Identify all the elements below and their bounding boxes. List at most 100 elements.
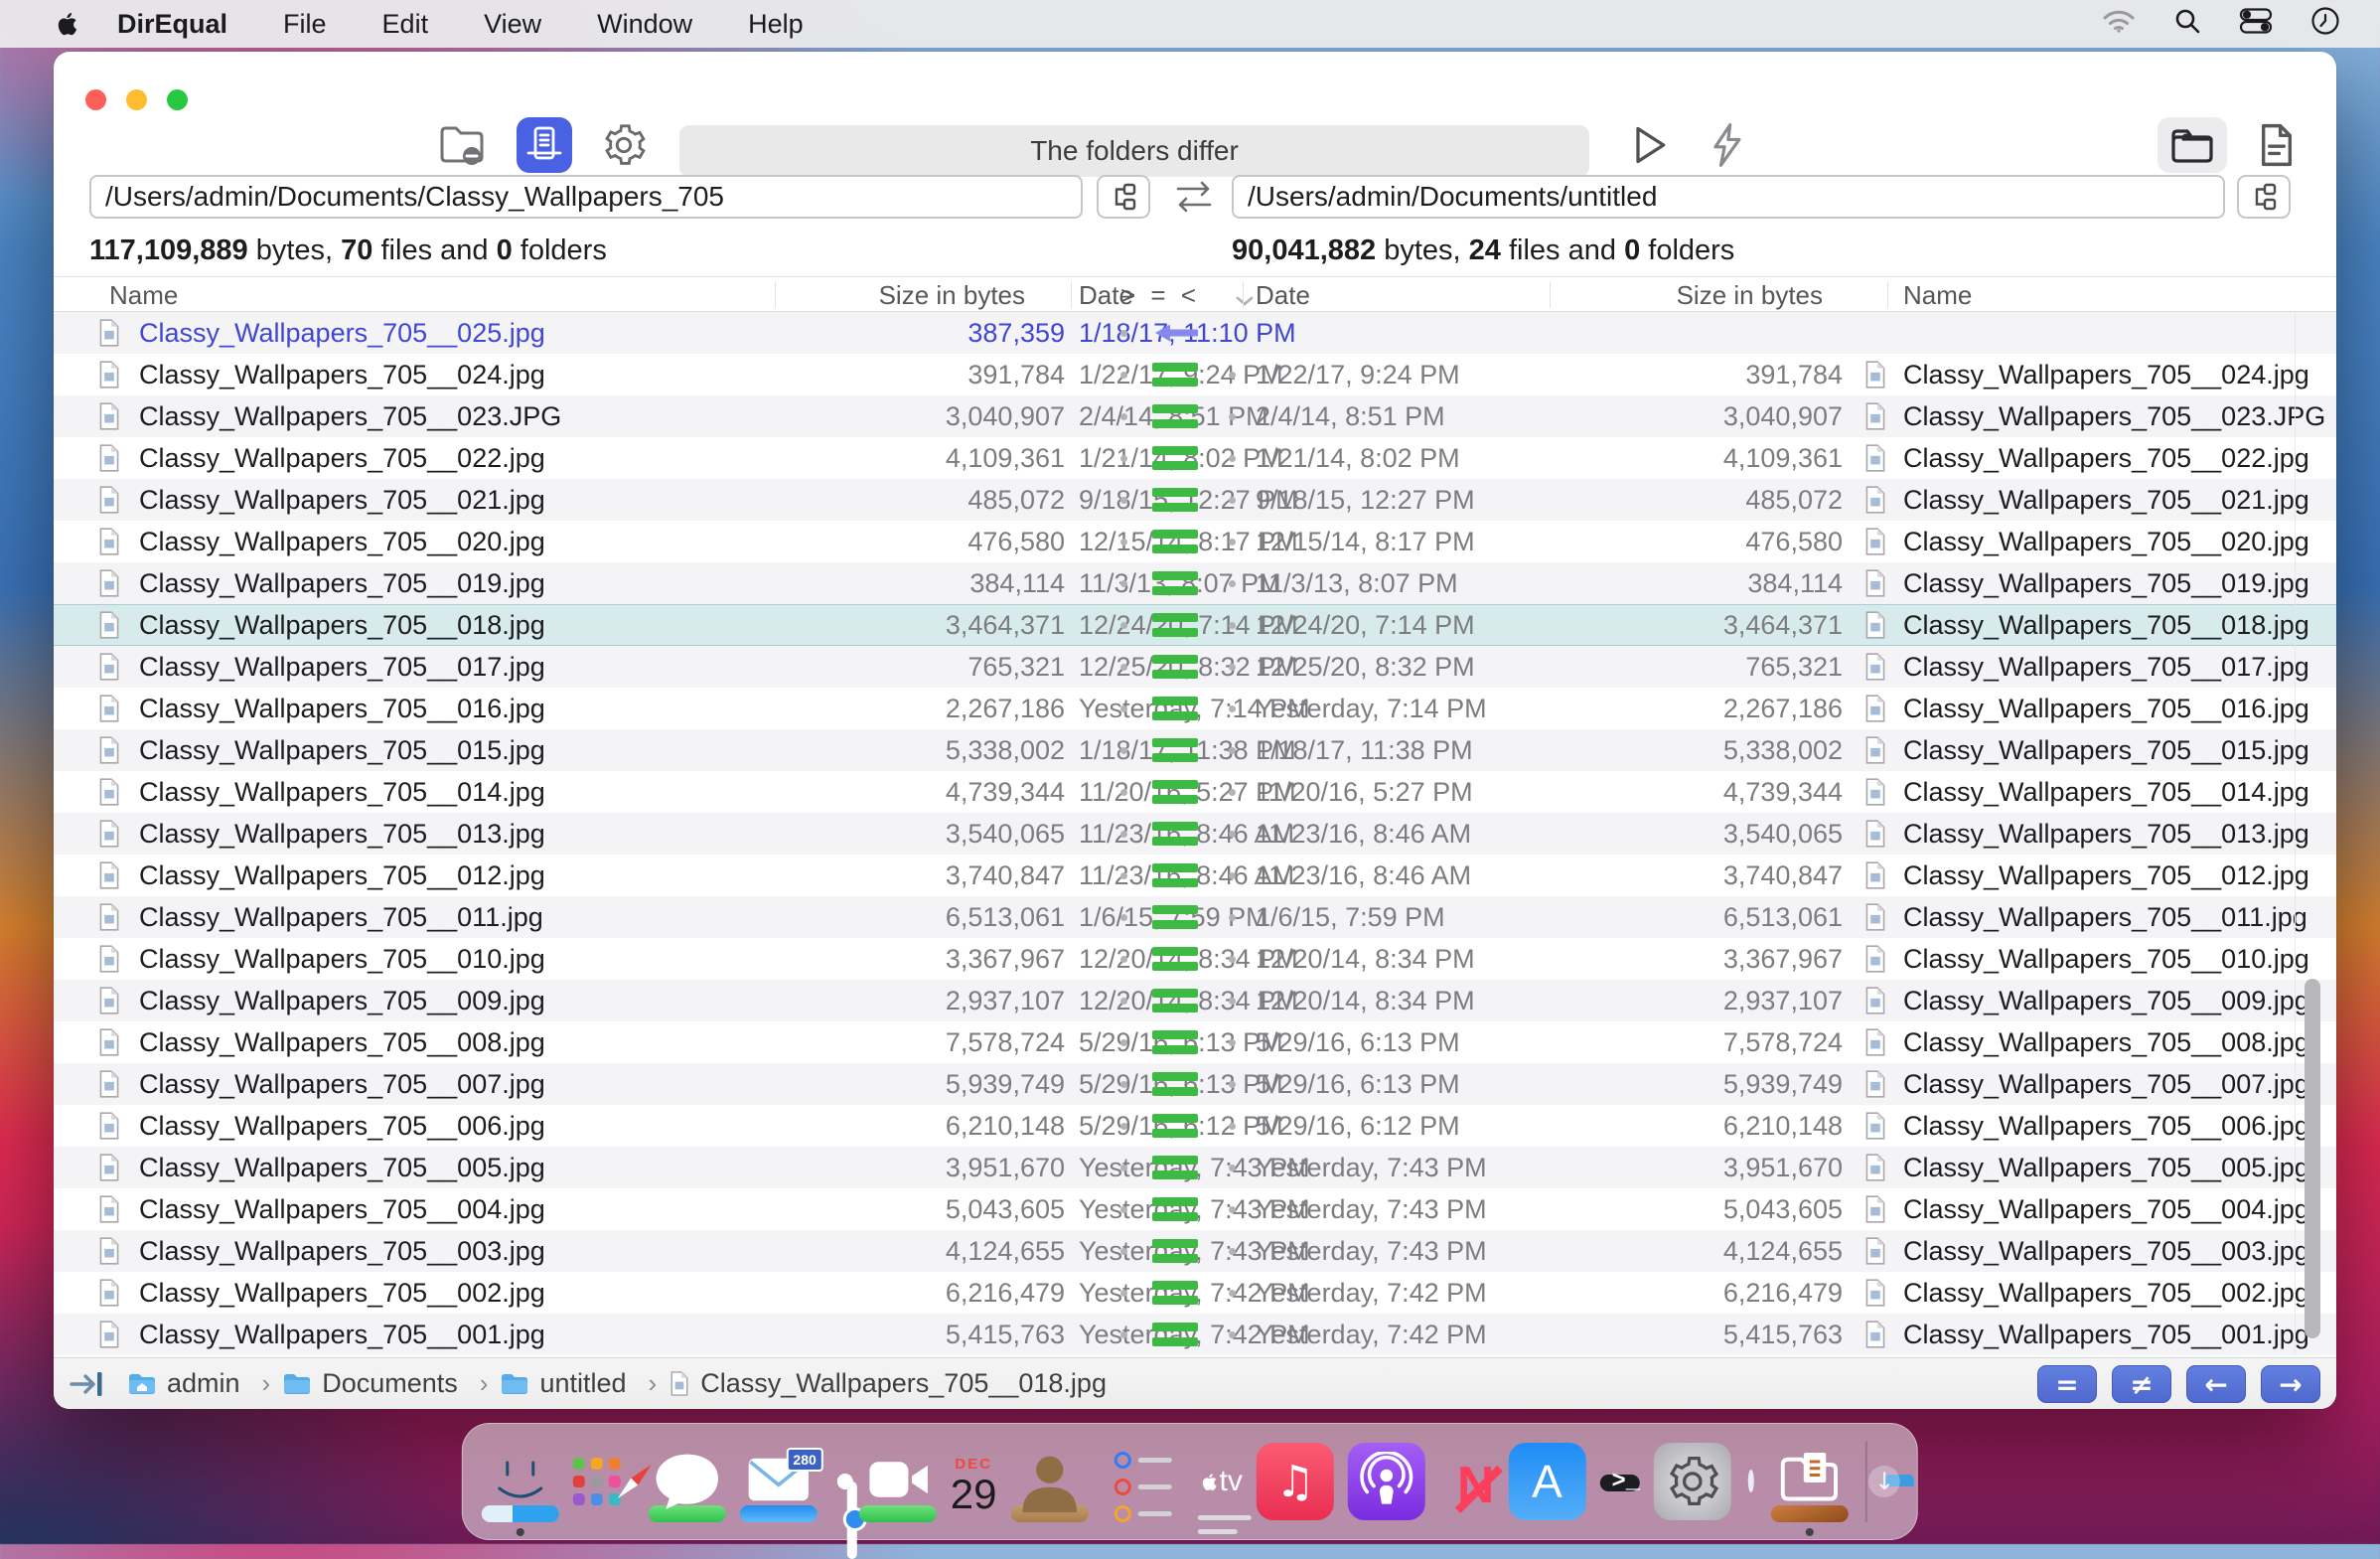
table-row[interactable]: Classy_Wallpapers_705__010.jpg 3,367,967… <box>54 938 2336 980</box>
table-row[interactable]: Classy_Wallpapers_705__002.jpg 6,216,479… <box>54 1272 2336 1314</box>
table-row[interactable]: Classy_Wallpapers_705__013.jpg 3,540,065… <box>54 813 2336 855</box>
file-name-right: Classy_Wallpapers_705__001.jpg <box>1903 1320 2309 1349</box>
left-path-input[interactable] <box>89 175 1083 219</box>
table-row[interactable]: Classy_Wallpapers_705__007.jpg 5,939,749… <box>54 1063 2336 1105</box>
menu-item-edit[interactable]: Edit <box>382 9 429 40</box>
table-row[interactable]: Classy_Wallpapers_705__025.jpg 387,359 1… <box>54 312 2336 354</box>
file-size-left: 3,540,065 <box>945 819 1065 849</box>
table-row[interactable]: Classy_Wallpapers_705__018.jpg 3,464,371… <box>54 604 2336 646</box>
header-name-left[interactable]: Name <box>109 280 178 310</box>
show-not-equal-button[interactable]: ≠ <box>2112 1365 2171 1403</box>
table-row[interactable]: Classy_Wallpapers_705__023.JPG 3,040,907… <box>54 395 2336 437</box>
file-size-left: 5,415,763 <box>945 1320 1065 1349</box>
compare-dot-left <box>1120 330 1127 337</box>
table-row[interactable]: Classy_Wallpapers_705__012.jpg 3,740,847… <box>54 855 2336 896</box>
table-row[interactable]: Classy_Wallpapers_705__005.jpg 3,951,670… <box>54 1147 2336 1188</box>
breadcrumb-item-untitled[interactable]: untitled › <box>500 1368 669 1399</box>
table-row[interactable]: Classy_Wallpapers_705__019.jpg 384,114 1… <box>54 562 2336 604</box>
status-bar: admin › Documents › untitled › Classy_Wa… <box>54 1357 2336 1409</box>
file-size-left: 5,939,749 <box>945 1069 1065 1099</box>
menu-item-view[interactable]: View <box>484 9 541 40</box>
minimize-button[interactable] <box>126 89 147 110</box>
dock-system-preferences-icon[interactable] <box>1654 1443 1732 1520</box>
left-browse-button[interactable] <box>1097 175 1150 219</box>
table-row[interactable]: Classy_Wallpapers_705__001.jpg 5,415,763… <box>54 1314 2336 1355</box>
table-row[interactable]: Classy_Wallpapers_705__020.jpg 476,580 1… <box>54 521 2336 562</box>
table-row[interactable]: Classy_Wallpapers_705__008.jpg 7,578,724… <box>54 1021 2336 1063</box>
file-icon <box>1863 735 1887 765</box>
file-date-right: Yesterday, 7:14 PM <box>1256 694 1487 723</box>
spotlight-search-icon[interactable] <box>2173 7 2201 42</box>
file-name-left: Classy_Wallpapers_705__007.jpg <box>139 1069 545 1099</box>
dock-music-icon[interactable]: ♫ <box>1256 1443 1334 1520</box>
run-comparison-button[interactable] <box>1623 117 1675 173</box>
table-row[interactable]: Classy_Wallpapers_705__021.jpg 485,072 9… <box>54 479 2336 521</box>
next-difference-button[interactable]: → <box>2261 1365 2320 1403</box>
dock-contacts-icon[interactable] <box>1010 1456 1089 1522</box>
show-folders-button[interactable] <box>2157 117 2227 173</box>
previous-difference-button[interactable]: ← <box>2186 1365 2246 1403</box>
dock-calendar-icon[interactable]: DEC 29 <box>950 1455 997 1517</box>
dock-appstore-icon[interactable]: A <box>1508 1443 1586 1520</box>
file-icon <box>97 527 121 556</box>
settings-gear-icon[interactable] <box>598 117 650 173</box>
quick-compare-bolt-button[interactable] <box>1701 117 1752 173</box>
table-row[interactable]: Classy_Wallpapers_705__003.jpg 4,124,655… <box>54 1230 2336 1272</box>
table-row[interactable]: Classy_Wallpapers_705__009.jpg 2,937,107… <box>54 980 2336 1021</box>
file-icon <box>97 1194 121 1224</box>
header-compare[interactable]: > = < <box>1101 280 1220 310</box>
header-name-right[interactable]: Name <box>1903 280 1972 310</box>
table-row[interactable]: Classy_Wallpapers_705__015.jpg 5,338,002… <box>54 729 2336 771</box>
table-row[interactable]: Classy_Wallpapers_705__014.jpg 4,739,344… <box>54 771 2336 813</box>
dock-appletv-icon[interactable]: tv <box>1199 1465 1243 1498</box>
apple-menu-icon[interactable] <box>54 10 77 38</box>
breadcrumb-item-documents[interactable]: Documents › <box>282 1368 500 1399</box>
file-name-right: Classy_Wallpapers_705__002.jpg <box>1903 1278 2309 1308</box>
swap-paths-icon[interactable] <box>1168 177 1220 217</box>
right-path-input[interactable] <box>1232 175 2225 219</box>
file-date-right: Yesterday, 7:42 PM <box>1256 1278 1487 1308</box>
header-size-right[interactable]: Size in bytes <box>1563 280 1843 310</box>
wifi-icon[interactable] <box>2102 8 2136 41</box>
menu-item-window[interactable]: Window <box>597 9 692 40</box>
breadcrumb-item-admin[interactable]: admin › <box>127 1368 282 1399</box>
dock-direqual-icon[interactable] <box>1771 1452 1850 1522</box>
control-center-icon[interactable] <box>2239 7 2273 41</box>
compare-button[interactable] <box>517 117 572 173</box>
file-size-left: 2,937,107 <box>945 986 1065 1015</box>
reveal-in-finder-icon[interactable] <box>70 1368 105 1400</box>
show-equal-button[interactable]: = <box>2037 1365 2097 1403</box>
menu-item-help[interactable]: Help <box>748 9 804 40</box>
dock-launchpad-icon[interactable] <box>572 1458 621 1505</box>
table-row[interactable]: Classy_Wallpapers_705__011.jpg 6,513,061… <box>54 896 2336 938</box>
dock-mail-icon[interactable] <box>739 1458 818 1522</box>
dock-reminders-icon[interactable] <box>1102 1451 1172 1522</box>
right-browse-button[interactable] <box>2237 175 2291 219</box>
zoom-button[interactable] <box>167 89 188 110</box>
table-row[interactable]: Classy_Wallpapers_705__024.jpg 391,784 1… <box>54 354 2336 395</box>
dock-terminal-icon[interactable]: >_ <box>1599 1469 1641 1495</box>
exclude-folder-button[interactable] <box>437 117 487 173</box>
table-row[interactable]: Classy_Wallpapers_705__006.jpg 6,210,148… <box>54 1105 2336 1147</box>
dock-podcasts-icon[interactable] <box>1347 1443 1425 1520</box>
breadcrumb-item-file[interactable]: Classy_Wallpapers_705__018.jpg <box>669 1368 1107 1399</box>
vertical-scrollbar[interactable] <box>2305 979 2320 1338</box>
menu-item-file[interactable]: File <box>283 9 327 40</box>
dock-news-icon[interactable]: N <box>1438 1456 1503 1515</box>
dock-facetime-icon[interactable] <box>858 1461 937 1522</box>
table-row[interactable]: Classy_Wallpapers_705__022.jpg 4,109,361… <box>54 437 2336 479</box>
header-size-left[interactable]: Size in bytes <box>789 280 1065 310</box>
menu-app-name[interactable]: DirEqual <box>117 9 227 40</box>
table-row[interactable]: Classy_Wallpapers_705__016.jpg 2,267,186… <box>54 688 2336 729</box>
table-row[interactable]: Classy_Wallpapers_705__004.jpg 5,043,605… <box>54 1188 2336 1230</box>
close-button[interactable] <box>85 89 106 110</box>
dock-finder-icon[interactable] <box>481 1461 559 1522</box>
dock-blue-mountain-app-icon[interactable] <box>1745 1470 1757 1492</box>
clock-icon[interactable] <box>2310 6 2340 43</box>
table-row[interactable]: Classy_Wallpapers_705__017.jpg 765,321 1… <box>54 646 2336 688</box>
header-date-right[interactable]: Date <box>1256 280 1310 310</box>
compare-dot-right <box>1229 1331 1236 1338</box>
report-document-button[interactable] <box>2249 117 2305 173</box>
file-name-right: Classy_Wallpapers_705__013.jpg <box>1903 819 2309 849</box>
dock-messages-icon[interactable] <box>648 1454 726 1522</box>
